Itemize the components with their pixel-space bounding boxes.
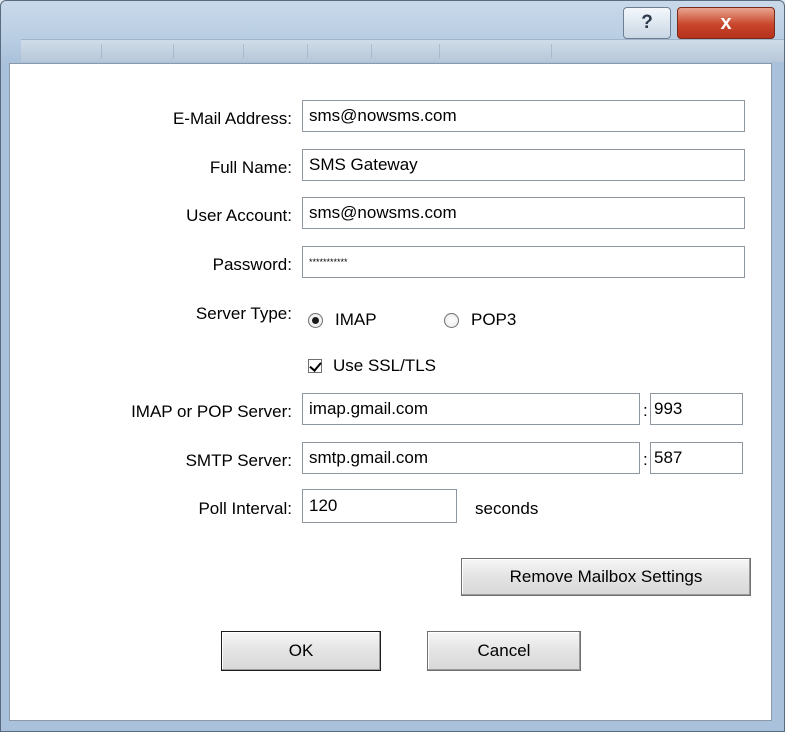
imap-server-label: IMAP or POP Server: <box>131 402 292 421</box>
title-bar[interactable]: ? x <box>1 1 784 63</box>
ssl-checkbox-indicator[interactable] <box>308 359 322 373</box>
background-tab-strip <box>21 39 784 62</box>
imap-server-field[interactable] <box>302 393 640 425</box>
ssl-checkbox[interactable]: Use SSL/TLS <box>308 356 436 376</box>
account-label: User Account: <box>186 206 292 225</box>
fullname-field[interactable] <box>302 149 745 181</box>
help-icon: ? <box>641 12 653 33</box>
remove-mailbox-settings-button[interactable]: Remove Mailbox Settings <box>461 558 751 596</box>
ok-button[interactable]: OK <box>221 631 381 671</box>
ssl-checkbox-label: Use SSL/TLS <box>333 356 436 375</box>
smtp-port-field[interactable] <box>650 442 743 474</box>
close-icon: x <box>720 11 732 34</box>
password-label: Password: <box>212 255 292 274</box>
radio-imap-label: IMAP <box>335 310 377 329</box>
email-field[interactable] <box>302 100 745 132</box>
dialog-client-area: E-Mail Address: Full Name: User Account:… <box>9 63 772 721</box>
close-button[interactable]: x <box>677 7 775 39</box>
radio-pop3-label: POP3 <box>471 310 517 329</box>
radio-imap-indicator[interactable] <box>308 312 323 328</box>
radio-pop3[interactable]: POP3 <box>444 310 516 330</box>
poll-interval-label: Poll Interval: <box>198 499 292 518</box>
imap-port-separator: : <box>643 401 648 420</box>
smtp-server-label: SMTP Server: <box>185 451 292 470</box>
smtp-server-field[interactable] <box>302 442 640 474</box>
password-field[interactable] <box>302 246 745 278</box>
cancel-button[interactable]: Cancel <box>427 631 581 671</box>
fullname-label: Full Name: <box>209 158 292 177</box>
smtp-port-separator: : <box>643 450 648 469</box>
radio-pop3-indicator[interactable] <box>444 312 459 328</box>
email-label: E-Mail Address: <box>172 109 292 128</box>
account-field[interactable] <box>302 197 745 229</box>
imap-port-field[interactable] <box>650 393 743 425</box>
poll-interval-field[interactable] <box>302 489 457 523</box>
poll-interval-unit: seconds <box>475 499 539 518</box>
server-type-label: Server Type: <box>195 304 292 323</box>
dialog-window: ? x E-Mail Address: Full Name: User Acco… <box>0 0 785 732</box>
radio-imap[interactable]: IMAP <box>308 310 377 330</box>
help-button[interactable]: ? <box>623 7 671 39</box>
